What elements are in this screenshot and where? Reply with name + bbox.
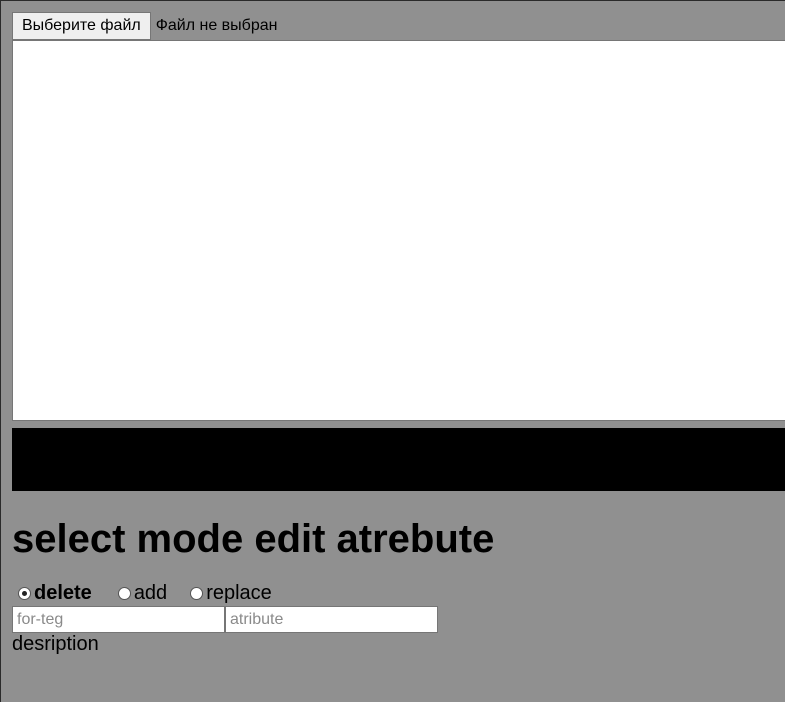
radio-add[interactable] xyxy=(117,586,131,600)
file-picker: Выберите файл Файл не выбран xyxy=(12,12,277,40)
output-bar xyxy=(12,428,785,491)
section-title: select mode edit atrebute xyxy=(12,517,495,561)
radio-label-delete: delete xyxy=(34,581,92,604)
radio-label-replace: replace xyxy=(206,581,272,604)
radio-delete[interactable] xyxy=(18,586,31,600)
choose-file-button[interactable]: Выберите файл xyxy=(12,12,151,40)
mode-radio-group: delete add replace xyxy=(14,581,291,605)
attribute-input[interactable] xyxy=(225,606,438,633)
description-text: desription xyxy=(12,633,99,655)
radio-label-add: add xyxy=(133,581,168,604)
radio-replace[interactable] xyxy=(190,586,204,600)
editor-textarea[interactable] xyxy=(12,40,785,421)
attribute-inputs xyxy=(12,606,438,633)
file-status-text: Файл не выбран xyxy=(155,17,278,34)
for-tag-input[interactable] xyxy=(12,606,225,633)
